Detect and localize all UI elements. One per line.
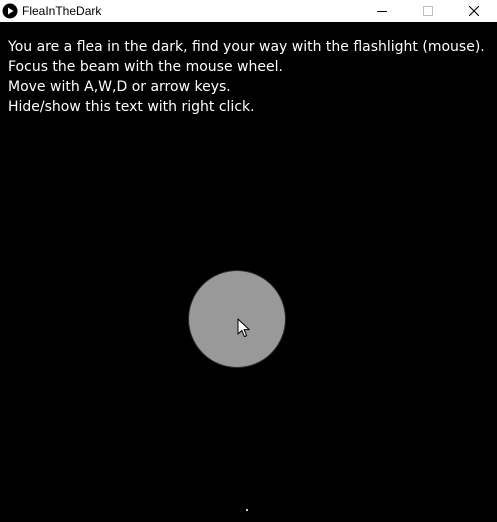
- play-circle-icon: [2, 3, 18, 19]
- maximize-icon: [423, 6, 433, 16]
- instruction-line: Move with A,W,D or arrow keys.: [8, 79, 231, 95]
- window-title: FleaInTheDark: [22, 4, 102, 18]
- minimize-icon: [377, 11, 387, 12]
- arrow-cursor-icon: [237, 318, 251, 338]
- instruction-line: Hide/show this text with right click.: [8, 99, 255, 115]
- close-icon: [469, 6, 479, 16]
- close-button[interactable]: [451, 0, 497, 22]
- game-canvas[interactable]: You are a flea in the dark, find your wa…: [0, 22, 497, 522]
- instructions-text: You are a flea in the dark, find your wa…: [8, 37, 485, 117]
- flea: [246, 509, 248, 511]
- maximize-button[interactable]: [405, 0, 451, 22]
- app-window: FleaInTheDark You are a flea in the dark…: [0, 0, 497, 522]
- instruction-line: Focus the beam with the mouse wheel.: [8, 59, 283, 75]
- minimize-button[interactable]: [359, 0, 405, 22]
- instruction-line: You are a flea in the dark, find your wa…: [8, 39, 485, 55]
- title-bar[interactable]: FleaInTheDark: [0, 0, 497, 22]
